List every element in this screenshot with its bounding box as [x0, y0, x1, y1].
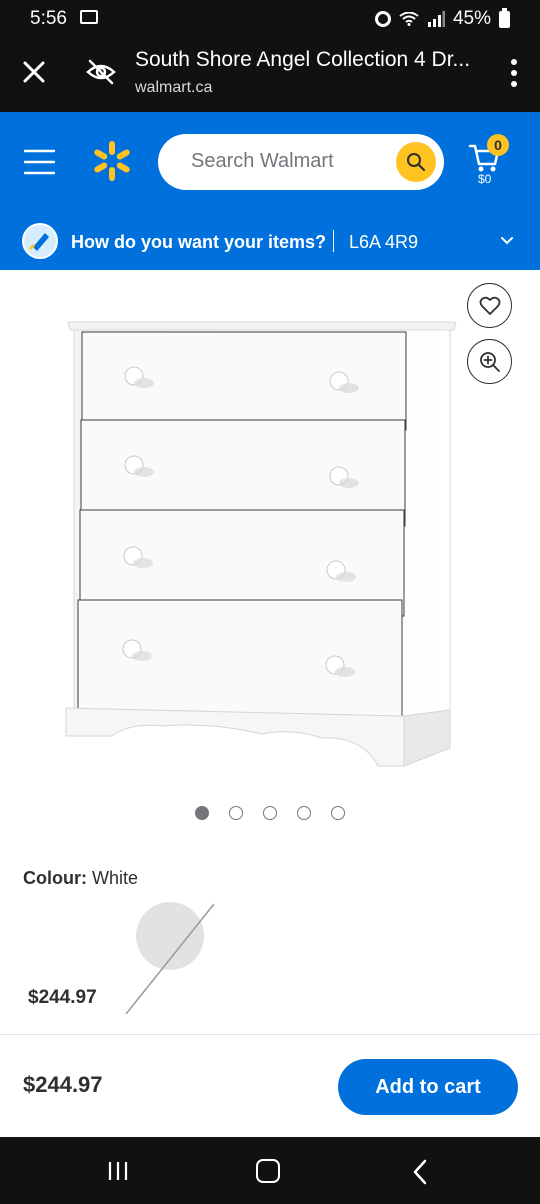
add-to-cart-button[interactable]: Add to cart [338, 1059, 518, 1115]
alarm-icon [374, 11, 391, 27]
search-input[interactable]: Search Walmart [158, 134, 444, 190]
heart-icon [479, 296, 501, 315]
search-placeholder: Search Walmart [191, 150, 334, 172]
search-button[interactable] [396, 142, 436, 182]
gallery-dot[interactable] [195, 806, 209, 820]
battery-percent: 45% [452, 8, 491, 29]
postal-code: L6A 4R9 [349, 232, 419, 252]
back-icon[interactable] [411, 1159, 429, 1185]
search-icon [407, 153, 426, 172]
menu-icon[interactable] [24, 149, 55, 175]
site-header: Search Walmart 0 $0 How do you want your… [0, 112, 540, 270]
status-bar: 5:56 45% [0, 0, 540, 36]
page-title: South Shore Angel Collection 4 Dr... [135, 48, 471, 71]
favorite-button[interactable] [467, 283, 512, 328]
gallery-pagination [195, 806, 345, 820]
unavailable-slash-icon [125, 903, 214, 1014]
product-image[interactable] [62, 318, 462, 772]
gallery-dot[interactable] [331, 806, 345, 820]
cart-button[interactable]: 0 $0 [468, 134, 512, 186]
screenshot-icon [80, 10, 98, 24]
product-gallery [0, 270, 540, 850]
eye-off-icon[interactable] [86, 58, 116, 86]
gallery-dot[interactable] [297, 806, 311, 820]
delivery-selector[interactable]: How do you want your items? L6A 4R9 [0, 212, 540, 270]
colour-swatch-option[interactable] [122, 902, 214, 1014]
wifi-icon [399, 12, 419, 26]
gallery-dot[interactable] [263, 806, 277, 820]
cart-count-badge: 0 [487, 134, 509, 156]
delivery-question: How do you want your items? [71, 232, 327, 252]
delivery-divider [333, 230, 334, 252]
status-time: 5:56 [30, 8, 67, 29]
more-options-icon[interactable] [510, 58, 518, 88]
cart-total: $0 [478, 172, 492, 186]
status-indicators: 45% [374, 7, 510, 30]
browser-toolbar: South Shore Angel Collection 4 Dr... wal… [0, 36, 540, 112]
delivery-method-icon [22, 223, 58, 259]
colour-value: White [92, 868, 139, 888]
recent-apps-icon[interactable] [107, 1161, 129, 1181]
battery-icon [499, 7, 510, 28]
zoom-button[interactable] [467, 339, 512, 384]
chevron-down-icon [501, 237, 513, 245]
colour-label: Colour: White [23, 868, 138, 889]
colour-heading: Colour: [23, 868, 87, 888]
page-domain: walmart.ca [135, 79, 213, 96]
swatch-price: $244.97 [28, 987, 97, 1008]
system-nav-bar [0, 1137, 540, 1204]
gallery-dot[interactable] [229, 806, 243, 820]
walmart-spark-logo[interactable] [92, 140, 132, 182]
home-icon[interactable] [256, 1159, 280, 1183]
signal-icon [427, 11, 445, 27]
divider [0, 1034, 540, 1035]
zoom-in-icon [480, 352, 500, 372]
close-icon[interactable] [20, 58, 48, 86]
product-price: $244.97 [23, 1072, 103, 1097]
